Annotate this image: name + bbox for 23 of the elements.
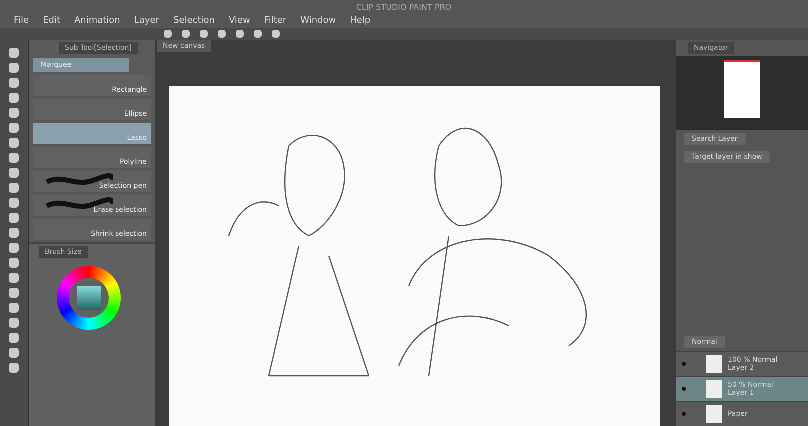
menu-item[interactable]: Window xyxy=(300,16,336,26)
menu-item[interactable]: Layer xyxy=(134,16,160,26)
eye-icon[interactable] xyxy=(682,412,686,416)
toolbar-icon[interactable] xyxy=(182,30,190,38)
menu-item[interactable]: File xyxy=(14,16,30,26)
layer-thumbnail xyxy=(706,355,722,373)
window-title: CLIP STUDIO PAINT PRO xyxy=(0,0,808,14)
toolbar-icon[interactable] xyxy=(236,30,244,38)
menu-item[interactable]: Selection xyxy=(173,16,215,26)
eye-icon[interactable] xyxy=(682,387,686,391)
toolbar-icon[interactable] xyxy=(254,30,262,38)
toolbar-icon[interactable] xyxy=(200,30,208,38)
menu-item[interactable]: Edit xyxy=(43,16,60,26)
menu-item[interactable]: Filter xyxy=(264,16,287,26)
layer-thumbnail xyxy=(706,380,722,398)
menu-item[interactable]: View xyxy=(228,16,250,26)
toolbar-icon[interactable] xyxy=(164,30,172,38)
toolbar-icon[interactable] xyxy=(218,30,226,38)
toolbar-icon[interactable] xyxy=(272,30,280,38)
eye-icon[interactable] xyxy=(682,362,686,366)
layer-thumbnail xyxy=(706,405,722,423)
menu-item[interactable]: Animation xyxy=(74,16,120,26)
menu-item[interactable]: Help xyxy=(350,16,371,26)
